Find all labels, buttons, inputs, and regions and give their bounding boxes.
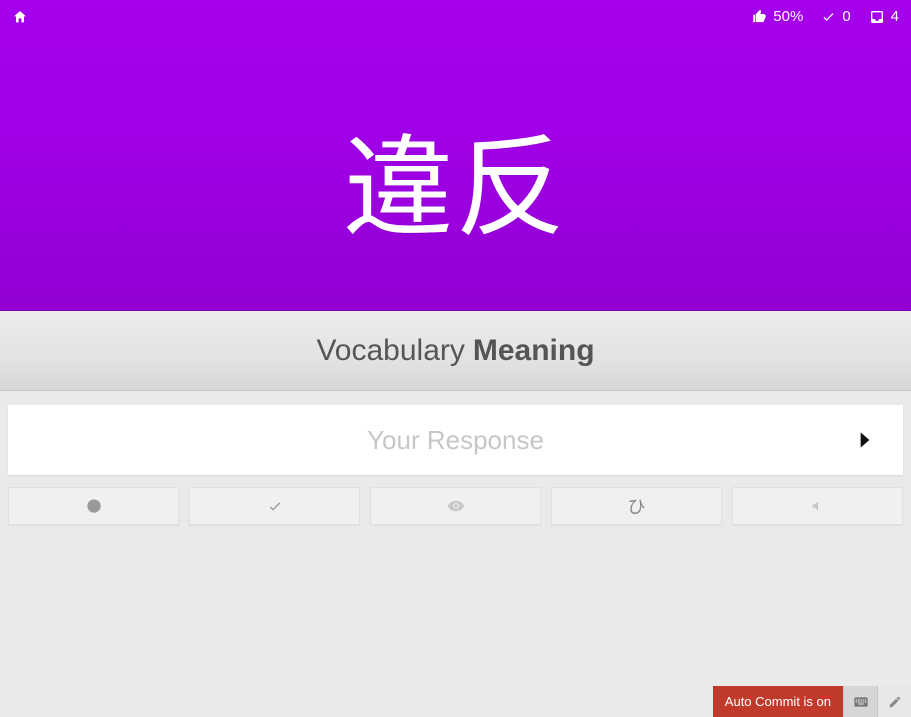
show-info-button[interactable] [370, 487, 541, 525]
eye-icon [447, 497, 465, 515]
prompt-bar: Vocabulary Meaning [0, 311, 911, 391]
correct-value: 0 [842, 8, 850, 25]
last-items-button[interactable] [8, 487, 179, 525]
keyboard-button[interactable] [843, 686, 877, 717]
auto-commit-label: Auto Commit is on [725, 694, 831, 709]
vocab-word: 違反 [0, 98, 911, 258]
answer-input[interactable] [8, 405, 903, 475]
chevron-right-icon [852, 427, 878, 453]
option-row: ひ [0, 475, 911, 525]
question-hero: 50% 0 4 違反 [0, 0, 911, 311]
remaining-value: 4 [891, 8, 899, 25]
top-bar: 50% 0 4 [12, 8, 899, 25]
stat-accuracy: 50% [752, 8, 803, 25]
home-icon[interactable] [12, 9, 28, 25]
edit-button[interactable] [877, 686, 911, 717]
accuracy-value: 50% [773, 8, 803, 25]
thumbs-up-icon [752, 9, 767, 24]
clock-icon [86, 498, 102, 514]
check-icon [267, 498, 283, 514]
auto-commit-badge[interactable]: Auto Commit is on [713, 686, 843, 717]
prompt-type: Meaning [473, 334, 595, 368]
audio-button[interactable] [732, 487, 903, 525]
answer-row [8, 405, 903, 475]
mark-correct-button[interactable] [189, 487, 360, 525]
stat-remaining: 4 [869, 8, 899, 25]
pencil-icon [888, 695, 902, 709]
stat-correct: 0 [821, 8, 850, 25]
speaker-icon [811, 499, 825, 513]
inbox-icon [869, 9, 885, 25]
check-icon [821, 9, 836, 24]
kana-hint-label: ひ [628, 493, 646, 519]
kana-hint-button[interactable]: ひ [551, 487, 722, 525]
keyboard-icon [853, 694, 869, 710]
submit-button[interactable] [845, 405, 885, 475]
bottom-bar: Auto Commit is on [713, 686, 911, 717]
prompt-category: Vocabulary [316, 334, 464, 368]
